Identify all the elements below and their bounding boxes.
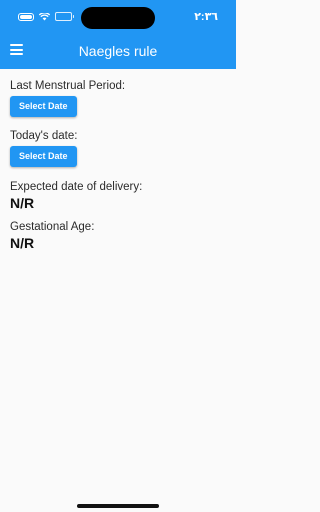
- lmp-label: Last Menstrual Period:: [10, 80, 126, 92]
- edd-section: Expected date of delivery: N/R: [10, 181, 226, 211]
- wifi-icon: [39, 12, 50, 21]
- dynamic-island: [81, 7, 155, 29]
- ga-section: Gestational Age: N/R: [10, 221, 226, 251]
- status-icons: [18, 12, 74, 21]
- lmp-section: Last Menstrual Period: Select Date: [10, 80, 226, 117]
- today-select-date-button[interactable]: Select Date: [10, 146, 77, 167]
- edd-label: Expected date of delivery:: [10, 181, 143, 193]
- ga-value: N/R: [10, 235, 35, 251]
- edd-value: N/R: [10, 195, 35, 211]
- status-bar: ٢:٣٦: [0, 0, 236, 34]
- focus-pill-icon: [18, 12, 34, 21]
- today-section: Today's date: Select Date: [10, 130, 226, 167]
- home-indicator[interactable]: [77, 504, 159, 508]
- status-time: ٢:٣٦: [194, 11, 218, 23]
- ga-label: Gestational Age:: [10, 221, 95, 233]
- today-label: Today's date:: [10, 130, 78, 142]
- app-title: Naegles rule: [78, 43, 158, 59]
- app-header: ٢:٣٦ Naegles rule: [0, 0, 236, 69]
- lmp-select-date-button[interactable]: Select Date: [10, 96, 77, 117]
- battery-icon: [55, 12, 74, 21]
